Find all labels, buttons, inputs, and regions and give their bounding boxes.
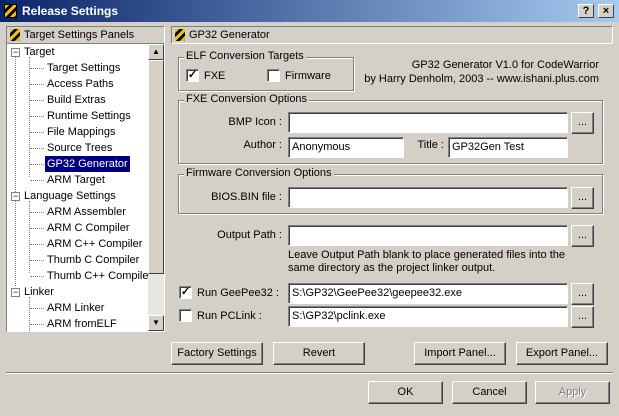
factory-settings-button[interactable]: Factory Settings	[171, 342, 263, 365]
tree-item-file-mappings[interactable]: File Mappings	[47, 124, 115, 140]
tree-connector	[30, 132, 44, 133]
run-pclink-label: Run PCLink :	[197, 310, 262, 322]
tree-scrollbar[interactable]: ▲ ▼	[148, 44, 164, 331]
tree-branch-line	[29, 57, 30, 177]
tree-item-arm-cpp-compiler[interactable]: ARM C++ Compiler	[47, 236, 142, 252]
geepee32-path-input[interactable]: S:\GP32\GeePee32\geepee32.exe	[288, 283, 568, 304]
tree-branch-line	[29, 297, 30, 331]
panels-header-icon	[10, 29, 20, 41]
output-path-hint-2: same directory as the project linker out…	[288, 262, 496, 274]
bios-file-label: BIOS.BIN file :	[211, 191, 282, 203]
title-input[interactable]: GP32Gen Test	[448, 137, 568, 158]
tree-group-language-settings[interactable]: Language Settings	[24, 188, 116, 204]
title-label: Title :	[417, 139, 445, 151]
tree-connector	[30, 116, 44, 117]
title-bar: Release Settings ? ×	[0, 0, 619, 22]
revert-button[interactable]: Revert	[273, 342, 365, 365]
scroll-up-icon[interactable]: ▲	[148, 44, 164, 60]
scroll-thumb[interactable]	[148, 60, 164, 274]
window-title: Release Settings	[22, 4, 119, 18]
pclink-path-input[interactable]: S:\GP32\pclink.exe	[288, 306, 568, 327]
tree-connector	[30, 84, 44, 85]
elf-targets-title: ELF Conversion Targets	[184, 50, 306, 63]
run-pclink-checkbox[interactable]	[179, 309, 192, 322]
author-input[interactable]: Anonymous	[288, 137, 404, 158]
bmp-icon-input[interactable]	[288, 112, 568, 133]
fxe-checkbox[interactable]: ✓	[186, 69, 199, 82]
author-label: Author :	[243, 139, 282, 151]
tree-item-arm-assembler[interactable]: ARM Assembler	[47, 204, 126, 220]
output-path-browse-button[interactable]: ...	[571, 225, 594, 247]
app-icon	[4, 4, 17, 18]
panels-list-header: Target Settings Panels	[6, 26, 165, 44]
tree-root-line	[15, 56, 16, 286]
tree-item-gp32-generator[interactable]: GP32 Generator	[45, 156, 130, 172]
help-button[interactable]: ?	[578, 4, 594, 18]
import-panel-button[interactable]: Import Panel...	[414, 342, 506, 365]
tree-item-target-settings[interactable]: Target Settings	[47, 60, 120, 76]
tree-group-target[interactable]: Target	[24, 44, 55, 60]
collapse-icon[interactable]: −	[11, 288, 20, 297]
tree-connector	[30, 212, 44, 213]
firmware-checkbox[interactable]	[267, 69, 280, 82]
panel-header: GP32 Generator	[171, 26, 613, 44]
apply-button[interactable]: Apply	[535, 381, 610, 404]
tree-connector	[30, 100, 44, 101]
pclink-browse-button[interactable]: ...	[571, 306, 594, 328]
collapse-icon[interactable]: −	[11, 48, 20, 57]
bios-file-input[interactable]	[288, 187, 568, 208]
tree-item-access-paths[interactable]: Access Paths	[47, 76, 114, 92]
cancel-button[interactable]: Cancel	[452, 381, 527, 404]
run-geepee32-checkbox[interactable]: ✓	[179, 286, 192, 299]
tree-connector	[30, 244, 44, 245]
firmware-options-title: Firmware Conversion Options	[184, 167, 334, 180]
about-line-2: by Harry Denholm, 2003 -- www.ishani.plu…	[364, 73, 599, 85]
fxe-label: FXE	[204, 70, 226, 82]
close-button[interactable]: ×	[598, 4, 614, 18]
tree-item-arm-target[interactable]: ARM Target	[47, 172, 105, 188]
tree-group-linker[interactable]: Linker	[24, 284, 54, 300]
output-path-input[interactable]	[288, 225, 568, 246]
panels-list-header-label: Target Settings Panels	[24, 29, 135, 41]
bmp-icon-browse-button[interactable]: ...	[571, 112, 594, 134]
tree-connector	[30, 164, 44, 165]
tree-item-arm-c-compiler[interactable]: ARM C Compiler	[47, 220, 130, 236]
bios-browse-button[interactable]: ...	[571, 187, 594, 209]
tree-connector	[30, 260, 44, 261]
output-path-hint-1: Leave Output Path blank to place generat…	[288, 249, 566, 261]
tree-item-thumb-c-compiler[interactable]: Thumb C Compiler	[47, 252, 139, 268]
tree-connector	[30, 68, 44, 69]
fxe-options-title: FXE Conversion Options	[184, 93, 310, 106]
tree-item-source-trees[interactable]: Source Trees	[47, 140, 112, 156]
tree-item-arm-fromelf[interactable]: ARM fromELF	[47, 316, 117, 331]
tree-item-thumb-cpp-compiler[interactable]: Thumb C++ Compiler	[47, 268, 152, 284]
tree-connector	[30, 228, 44, 229]
tree-connector	[30, 180, 44, 181]
tree-connector	[30, 148, 44, 149]
scroll-down-icon[interactable]: ▼	[148, 315, 164, 331]
panel-title: GP32 Generator	[189, 29, 270, 41]
panel-header-icon	[175, 29, 185, 41]
run-geepee32-label: Run GeePee32 :	[197, 287, 279, 299]
ok-button[interactable]: OK	[368, 381, 443, 404]
firmware-label: Firmware	[285, 70, 331, 82]
tree-connector	[30, 308, 44, 309]
tree-connector	[30, 276, 44, 277]
footer-separator	[6, 372, 613, 374]
tree-item-runtime-settings[interactable]: Runtime Settings	[47, 108, 131, 124]
geepee32-browse-button[interactable]: ...	[571, 283, 594, 305]
tree-item-build-extras[interactable]: Build Extras	[47, 92, 106, 108]
settings-panel-tree[interactable]: − Target Target Settings Access Paths Bu…	[6, 43, 165, 332]
about-line-1: GP32 Generator V1.0 for CodeWarrior	[411, 59, 599, 71]
tree-item-arm-linker[interactable]: ARM Linker	[47, 300, 104, 316]
tree-connector	[30, 324, 44, 325]
export-panel-button[interactable]: Export Panel...	[516, 342, 608, 365]
collapse-icon[interactable]: −	[11, 192, 20, 201]
bmp-icon-label: BMP Icon :	[228, 116, 282, 128]
output-path-label: Output Path :	[217, 229, 282, 241]
